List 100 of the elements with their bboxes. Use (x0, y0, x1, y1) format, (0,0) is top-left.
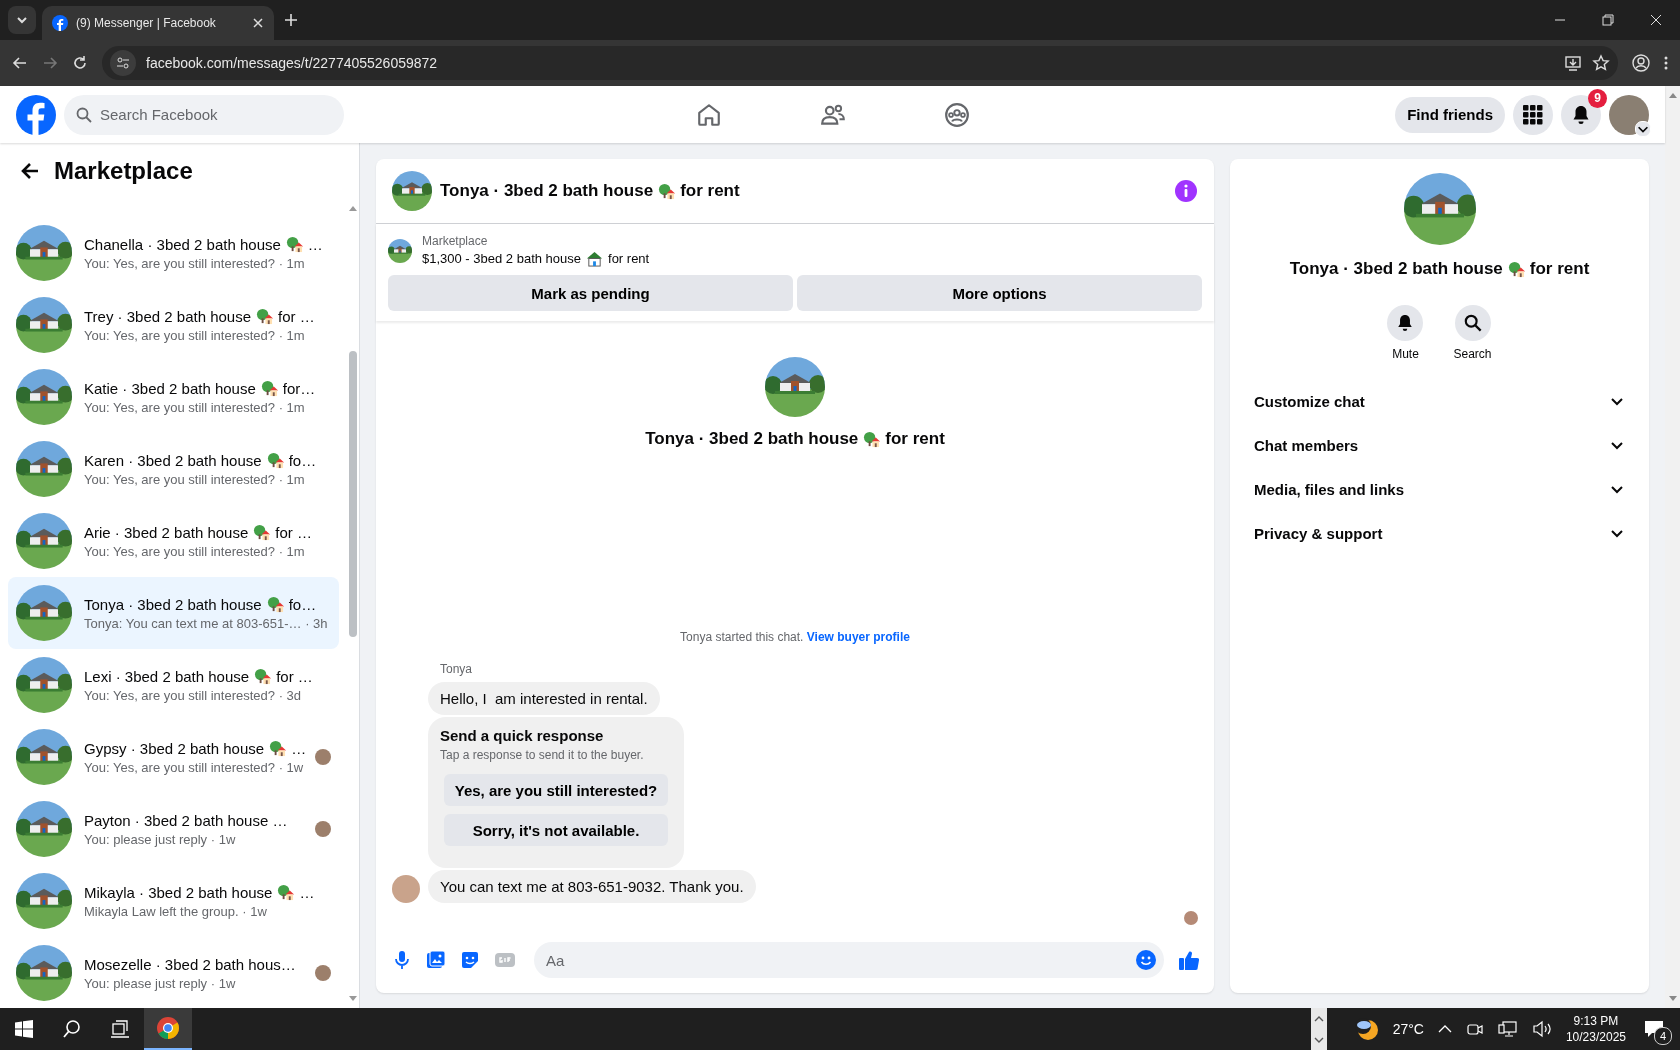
facebook-logo-icon (52, 15, 68, 31)
view-buyer-profile-link[interactable]: View buyer profile (806, 630, 910, 644)
sliders-icon (116, 56, 130, 70)
back-arrow-icon[interactable] (20, 161, 40, 181)
message-input[interactable]: Aa (534, 942, 1164, 978)
conversation-item[interactable]: Karen · 3bed 2 bath house fo… You: Yes, are you still interested? · 1m (8, 433, 339, 505)
install-icon[interactable] (1564, 54, 1582, 72)
conversation-item[interactable]: Chanella · 3bed 2 bath house … You: Yes, are you still interested? · 1m (8, 217, 339, 289)
chat-started-notice: Tonya started this chat. View buyer profile (679, 630, 911, 644)
details-section[interactable]: Customize chat (1246, 379, 1633, 423)
site-info-button[interactable] (110, 50, 136, 76)
house-photo (16, 873, 72, 929)
microphone-icon[interactable] (392, 950, 412, 970)
conversation-title: Trey · 3bed 2 bath house (84, 307, 252, 325)
menu-dots-icon[interactable] (1664, 55, 1668, 71)
new-tab-icon[interactable] (284, 13, 298, 27)
scrollbar-thumb[interactable] (349, 351, 357, 637)
clock-time[interactable]: 9:13 PM (1573, 1013, 1619, 1029)
profile-icon[interactable] (1632, 54, 1650, 72)
reload-icon[interactable] (72, 55, 88, 71)
quick-response-button[interactable]: Sorry, it's not available. (444, 814, 668, 846)
message-preview: You: Yes, are you still interested? · 1m (84, 543, 306, 559)
house-photo (16, 369, 72, 425)
house-photo (16, 513, 72, 569)
volume-icon[interactable] (1531, 1020, 1552, 1038)
conversation-item[interactable]: Lexi · 3bed 2 bath house for … You: Yes, are you still interested? · 3d (8, 649, 339, 721)
chevron-up-icon[interactable] (1313, 1015, 1324, 1022)
details-title: Tonya · 3bed 2 bath house (1289, 259, 1503, 279)
conversation-title-end: for … (275, 523, 312, 541)
details-section[interactable]: Media, files and links (1246, 467, 1633, 511)
restore-icon[interactable] (1602, 14, 1614, 26)
scroll-up-arrow-icon[interactable] (1668, 92, 1677, 98)
sidebar-title: Marketplace (54, 157, 193, 185)
avatar[interactable] (1609, 94, 1649, 135)
message-preview: You: Yes, are you still interested? · 1m (84, 255, 306, 271)
info-icon[interactable] (1174, 179, 1198, 203)
scroll-down-arrow-icon[interactable] (349, 996, 357, 1002)
notification-badge: 9 (1588, 88, 1607, 108)
facebook-logo[interactable] (16, 94, 56, 135)
tree-house-icon (1507, 260, 1525, 278)
chrome-taskbar-button[interactable] (144, 1008, 192, 1050)
conversation-item[interactable]: Mikayla · 3bed 2 bath house … Mikayla Law left the group. · 1w (8, 865, 339, 937)
listing-label: Marketplace (422, 234, 489, 248)
conversation-title-end: … (307, 235, 323, 253)
conversation-item[interactable]: Arie · 3bed 2 bath house for … You: Yes, are you still interested? · 1m (8, 505, 339, 577)
conversation-title: Payton · 3bed 2 bath house … (84, 811, 288, 829)
clock-date[interactable]: 10/23/2025 (1565, 1029, 1626, 1045)
weather-icon[interactable] (1354, 1017, 1379, 1041)
chrome-icon (156, 1016, 180, 1040)
quick-response-button[interactable]: Yes, are you still interested? (444, 774, 668, 806)
conversation-item[interactable]: Tonya · 3bed 2 bath house fo… Tonya: You can text me at 803-651-… · 3h (8, 577, 339, 649)
conversation-item[interactable]: Payton · 3bed 2 bath house … You: please just reply · 1w (8, 793, 339, 865)
sticker-icon[interactable] (460, 950, 480, 970)
quick-response-hint: Tap a response to send it to the buyer. (440, 748, 645, 762)
scroll-down-arrow-icon[interactable] (1668, 996, 1677, 1002)
message-preview: Tonya: You can text me at 803-651-… · 3h (84, 615, 329, 631)
groups-icon[interactable] (943, 101, 970, 128)
message-preview: You: Yes, are you still interested? · 3d (84, 687, 303, 703)
house-photo (16, 225, 72, 281)
photo-icon[interactable] (426, 950, 446, 970)
forward-arrow-icon[interactable] (42, 55, 58, 71)
browser-tab[interactable]: (9) Messenger | Facebook (42, 6, 274, 40)
conversation-title: Arie · 3bed 2 bath house (84, 523, 249, 541)
find-friends-button[interactable]: Find friends (1395, 96, 1505, 133)
sender-name: Tonya (440, 662, 474, 676)
network-icon[interactable] (1497, 1020, 1518, 1038)
conversation-item[interactable]: Gypsy · 3bed 2 bath house … You: Yes, are you still interested? · 1w (8, 721, 339, 793)
grid-icon (1523, 104, 1543, 125)
thumbs-up-icon[interactable] (1178, 949, 1200, 971)
chevron-down-icon[interactable] (1313, 1036, 1324, 1043)
search-icon (1463, 314, 1482, 332)
listing-action-button[interactable]: More options (797, 275, 1202, 311)
search-field[interactable]: Search Facebook (64, 94, 344, 135)
conversation-title-end: fo… (288, 451, 317, 469)
chat-intro-title-end: for rent (885, 429, 945, 449)
conversation-item[interactable]: Katie · 3bed 2 bath house for… You: Yes, are you still interested? · 1m (8, 361, 339, 433)
back-arrow-icon[interactable] (12, 55, 28, 71)
tab-search-button[interactable] (8, 6, 36, 34)
scrollbar[interactable] (1665, 86, 1680, 1008)
smiley-icon[interactable] (1136, 950, 1156, 970)
notifications-button[interactable] (1561, 94, 1601, 135)
close-icon[interactable] (1650, 14, 1662, 26)
listing-action-button[interactable]: Mark as pending (388, 275, 793, 311)
details-section[interactable]: Chat members (1246, 423, 1633, 467)
search-icon (76, 106, 92, 123)
conversation-title-end: … (291, 739, 307, 757)
conversation-title: Tonya · 3bed 2 bath house (84, 595, 262, 613)
home-icon[interactable] (695, 101, 722, 128)
conversation-title: Mosezelle · 3bed 2 bath hous… (84, 955, 296, 973)
menu-button[interactable] (1513, 94, 1553, 135)
seen-avatar (1184, 911, 1198, 925)
details-section[interactable]: Privacy & support (1246, 511, 1633, 555)
star-icon[interactable] (1592, 54, 1610, 72)
temperature: 27°C (1392, 1021, 1424, 1037)
conversation-item[interactable]: Trey · 3bed 2 bath house for … You: Yes, are you still interested? · 1m (8, 289, 339, 361)
conversation-title: Karen · 3bed 2 bath house (84, 451, 262, 469)
scroll-up-arrow-icon[interactable] (349, 205, 357, 211)
conversation-item[interactable]: Mosezelle · 3bed 2 bath hous… You: please just reply · 1w (8, 937, 339, 1008)
tree-house-icon (863, 430, 881, 448)
close-icon[interactable] (252, 17, 264, 29)
